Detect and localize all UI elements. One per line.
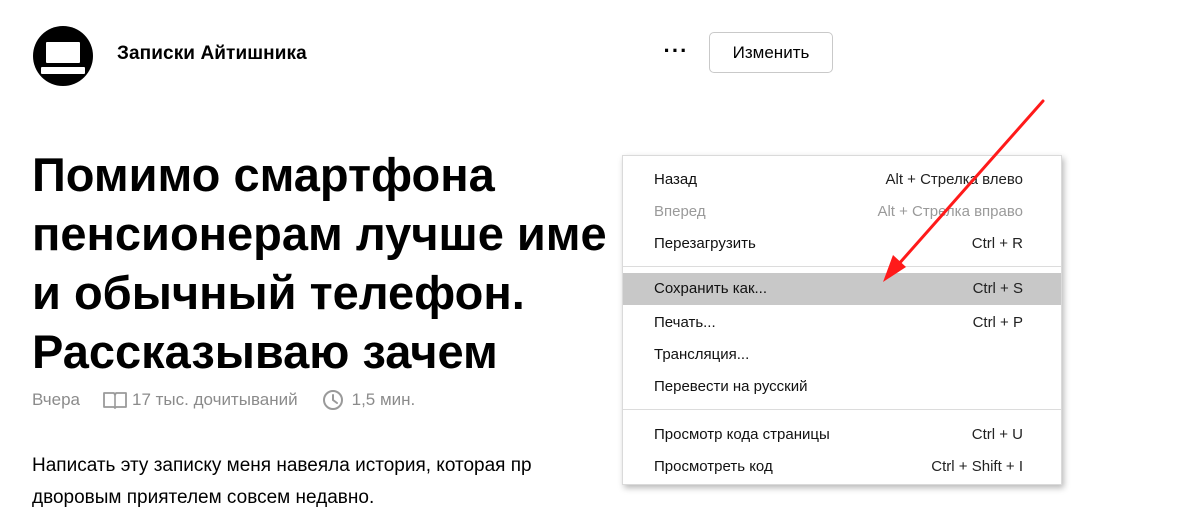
menu-item-label: Печать...: [654, 314, 716, 331]
article-body: Написать эту записку меня навеяла истори…: [32, 450, 632, 514]
menu-item-shortcut: Alt + Стрелка вправо: [877, 203, 1023, 220]
article-title-line: пенсионерам лучше име: [32, 207, 607, 260]
more-options-button[interactable]: ···: [656, 36, 696, 70]
menu-item-shortcut: Alt + Стрелка влево: [885, 171, 1023, 188]
menu-item-view-source[interactable]: Просмотр кода страницы Ctrl + U: [623, 419, 1061, 451]
article-title-line: Рассказываю зачем: [32, 325, 498, 378]
menu-item-shortcut: Ctrl + P: [972, 314, 1023, 331]
menu-item-shortcut: Ctrl + Shift + I: [931, 458, 1023, 475]
menu-item-save-as[interactable]: Сохранить как... Ctrl + S: [623, 273, 1061, 305]
clock-icon: [322, 389, 344, 411]
book-icon: [102, 390, 128, 410]
context-menu: Назад Alt + Стрелка влево Вперед Alt + С…: [622, 155, 1062, 485]
menu-item-shortcut: Ctrl + S: [972, 280, 1023, 297]
menu-item-label: Трансляция...: [654, 346, 750, 363]
menu-item-print[interactable]: Печать... Ctrl + P: [623, 307, 1061, 339]
menu-item-forward[interactable]: Вперед Alt + Стрелка вправо: [623, 196, 1061, 228]
menu-item-label: Сохранить как...: [654, 280, 768, 297]
article-body-line: дворовым приятелем совсем недавно.: [32, 487, 375, 508]
menu-item-inspect[interactable]: Просмотреть код Ctrl + Shift + I: [623, 451, 1061, 483]
read-count: 17 тыс. дочитываний: [132, 390, 298, 409]
menu-item-label: Назад: [654, 171, 697, 188]
read-time: 1,5 мин.: [351, 390, 416, 409]
menu-item-translate[interactable]: Перевести на русский: [623, 371, 1061, 403]
menu-item-back[interactable]: Назад Alt + Стрелка влево: [623, 164, 1061, 196]
menu-item-label: Вперед: [654, 203, 706, 220]
menu-item-label: Перезагрузить: [654, 235, 756, 252]
edit-button[interactable]: Изменить: [709, 32, 833, 73]
menu-item-shortcut: Ctrl + U: [971, 426, 1023, 443]
channel-name[interactable]: Записки Айтишника: [117, 43, 307, 65]
channel-logo-laptop-icon[interactable]: [33, 26, 93, 86]
article-meta: Вчера 17 тыс. дочитываний 1,5 мин.: [32, 389, 415, 411]
menu-item-cast[interactable]: Трансляция...: [623, 339, 1061, 371]
article-title-line: и обычный телефон.: [32, 266, 525, 319]
menu-item-reload[interactable]: Перезагрузить Ctrl + R: [623, 228, 1061, 260]
article-body-line: Написать эту записку меня навеяла истори…: [32, 455, 532, 476]
menu-item-shortcut: Ctrl + R: [971, 235, 1023, 252]
article-title-line: Помимо смартфона: [32, 148, 495, 201]
menu-separator: [623, 266, 1061, 267]
menu-item-label: Просмотреть код: [654, 458, 773, 475]
menu-separator: [623, 409, 1061, 410]
menu-item-label: Просмотр кода страницы: [654, 426, 830, 443]
article-title: Помимо смартфона пенсионерам лучше име и…: [32, 145, 672, 381]
menu-item-label: Перевести на русский: [654, 378, 808, 395]
article-date: Вчера: [32, 390, 80, 409]
